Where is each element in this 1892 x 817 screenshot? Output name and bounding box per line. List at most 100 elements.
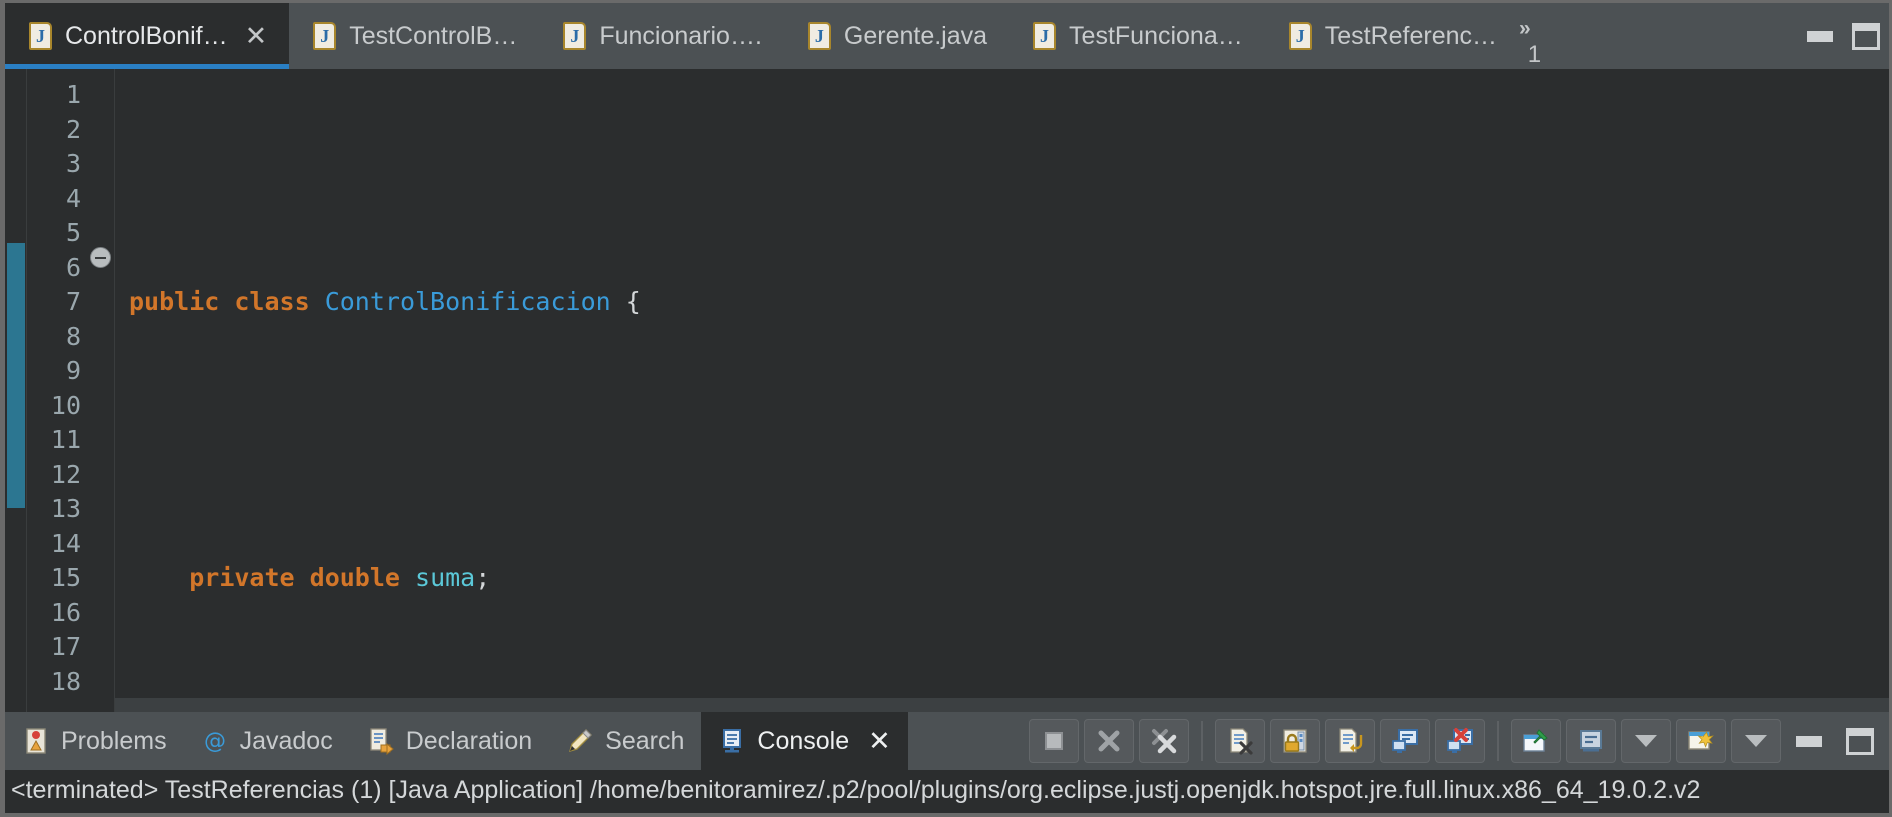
- view-tab-label: Search: [605, 726, 685, 755]
- javadoc-at-icon: @: [201, 727, 229, 755]
- editor-tab-controlbonificacion[interactable]: J ControlBonif… ✕: [5, 3, 290, 69]
- view-tab-close-icon[interactable]: ✕: [868, 726, 891, 757]
- view-tab-declaration[interactable]: Declaration: [350, 712, 549, 770]
- display-selected-console-dropdown[interactable]: [1621, 719, 1671, 763]
- console-toolbar: [1029, 712, 1889, 770]
- java-file-icon: J: [29, 22, 52, 50]
- console-stderr-icon: [1447, 728, 1473, 753]
- editor-horizontal-scrollbar[interactable]: [115, 698, 1889, 712]
- clear-document-icon: [1230, 728, 1253, 755]
- console-maximize-button[interactable]: [1837, 719, 1883, 763]
- editor-tab-overflow-chevron-icon[interactable]: » 1: [1519, 3, 1553, 69]
- line-number: 16: [50, 597, 81, 627]
- maximize-icon: [1852, 22, 1880, 50]
- line-number: 17: [50, 632, 81, 661]
- editor-tab-funcionario[interactable]: J Funcionario….: [539, 3, 784, 69]
- remove-all-terminated-button[interactable]: [1139, 719, 1189, 763]
- line-number: 12: [50, 459, 81, 489]
- line-number: 8: [65, 321, 81, 351]
- scroll-lock-button[interactable]: [1270, 719, 1320, 763]
- maximize-icon: [1846, 727, 1874, 755]
- minimize-icon: [1796, 735, 1822, 747]
- editor-tab-testreferencias[interactable]: J TestReferenc…: [1265, 3, 1519, 69]
- chevron-double-right-icon: »: [1519, 17, 1531, 40]
- editor-tab-bar-spacer: [1553, 3, 1797, 69]
- view-tab-problems[interactable]: Problems: [5, 712, 184, 770]
- view-tab-label: Declaration: [405, 726, 533, 755]
- terminate-button[interactable]: [1029, 719, 1079, 763]
- word-wrap-button[interactable]: [1325, 719, 1375, 763]
- editor-maximize-button[interactable]: [1843, 3, 1889, 69]
- lock-icon: [1283, 729, 1307, 753]
- word-wrap-icon: [1339, 728, 1363, 753]
- source-code-text[interactable]: public class ControlBonificacion { priva…: [115, 69, 1889, 712]
- editor-tab-label: ControlBonif…: [65, 21, 228, 50]
- line-number: 18: [50, 666, 81, 696]
- line-number: 9: [65, 356, 81, 385]
- editor-tab-bar: J ControlBonif… ✕ J TestControlB… J Func…: [5, 3, 1889, 69]
- folding-ruler[interactable]: [87, 69, 115, 712]
- double-x-icon: [1152, 729, 1177, 754]
- open-console-dropdown[interactable]: [1731, 719, 1781, 763]
- console-view-tab-bar: Problems @ Javadoc Declaration Search Co…: [5, 712, 1889, 770]
- line-number: 14: [50, 528, 81, 558]
- search-pencil-icon: [566, 727, 594, 755]
- console-view-part: Problems @ Javadoc Declaration Search Co…: [0, 712, 1892, 817]
- problems-icon: [22, 727, 50, 755]
- view-tab-console[interactable]: Console ✕: [701, 712, 908, 770]
- editor-tab-close-icon[interactable]: ✕: [245, 22, 268, 50]
- fold-collapse-icon[interactable]: [90, 247, 111, 268]
- clear-console-button[interactable]: [1215, 719, 1265, 763]
- occurrence-marker: [7, 243, 25, 508]
- editor-part: J ControlBonif… ✕ J TestControlB… J Func…: [0, 0, 1892, 712]
- minimize-icon: [1807, 30, 1833, 42]
- open-console-button[interactable]: [1676, 719, 1726, 763]
- terminate-all-button[interactable]: [1084, 719, 1134, 763]
- editor-tab-label: TestFunciona…: [1069, 21, 1243, 50]
- code-line: private double suma;: [189, 563, 491, 592]
- line-number: 1: [65, 80, 81, 109]
- editor-tab-label: Funcionario….: [599, 21, 762, 50]
- view-tab-search[interactable]: Search: [549, 712, 701, 770]
- editor-tab-overflow-count: 1: [1527, 41, 1542, 68]
- editor-tab-gerente[interactable]: J Gerente.java: [784, 3, 1009, 69]
- console-output[interactable]: <terminated> TestReferencias (1) [Java A…: [5, 770, 1889, 813]
- view-tab-label: Console: [757, 726, 850, 755]
- editor-tab-testfuncionario[interactable]: J TestFunciona…: [1009, 3, 1265, 69]
- line-number: 4: [65, 183, 81, 213]
- display-selected-console-button[interactable]: [1566, 719, 1616, 763]
- pin-icon: [1523, 729, 1548, 752]
- line-number: 3: [65, 149, 81, 178]
- stop-square-icon: [1045, 732, 1063, 750]
- view-tab-javadoc[interactable]: @ Javadoc: [184, 712, 350, 770]
- new-console-icon: [1688, 731, 1714, 750]
- java-file-icon: J: [1288, 22, 1312, 50]
- editor-tab-label: TestControlB…: [349, 21, 518, 50]
- chevron-down-icon: [1635, 735, 1657, 747]
- code-editor[interactable]: 1 2 3 4 5 6 7 8 9 10 11 12 13 14 15 16 1…: [5, 69, 1889, 712]
- editor-tab-testcontrolbonificacion[interactable]: J TestControlB…: [289, 3, 539, 69]
- line-number: 2: [65, 114, 81, 144]
- svg-text:@: @: [204, 729, 226, 754]
- annotation-ruler[interactable]: [5, 69, 27, 712]
- line-number: 11: [50, 425, 81, 454]
- view-tab-label: Problems: [61, 726, 167, 755]
- display-console-icon: [1580, 730, 1602, 752]
- java-file-icon: J: [563, 22, 587, 50]
- toolbar-separator: [1497, 721, 1499, 761]
- line-number: 15: [50, 563, 81, 592]
- code-line: public class ControlBonificacion {: [129, 287, 641, 316]
- line-number: 5: [65, 218, 81, 247]
- java-file-icon: J: [313, 22, 337, 50]
- view-tab-label: Javadoc: [239, 726, 333, 755]
- line-number-ruler: 1 2 3 4 5 6 7 8 9 10 11 12 13 14 15 16 1…: [27, 69, 87, 712]
- declaration-icon: [367, 727, 395, 756]
- show-console-on-error-button[interactable]: [1435, 719, 1485, 763]
- toolbar-separator: [1201, 721, 1203, 761]
- show-console-on-output-button[interactable]: [1380, 719, 1430, 763]
- pin-console-button[interactable]: [1511, 719, 1561, 763]
- editor-minimize-button[interactable]: [1797, 3, 1843, 69]
- console-minimize-button[interactable]: [1786, 719, 1832, 763]
